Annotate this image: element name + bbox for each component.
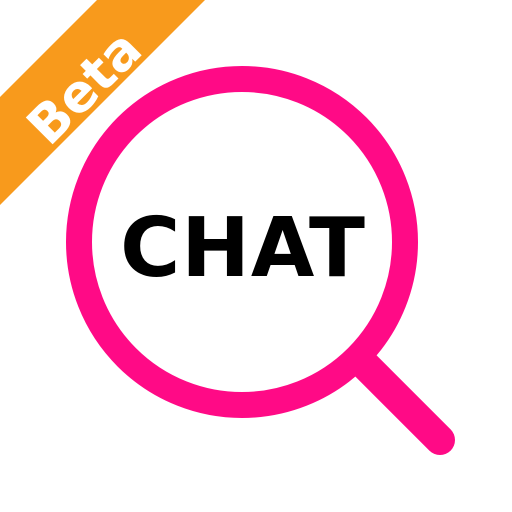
center-label: CHAT bbox=[120, 201, 366, 296]
magnifier-handle bbox=[347, 347, 455, 455]
chat-search-app-icon[interactable]: CHAT Beta bbox=[0, 0, 512, 512]
magnifier-icon: CHAT Beta bbox=[0, 0, 455, 455]
